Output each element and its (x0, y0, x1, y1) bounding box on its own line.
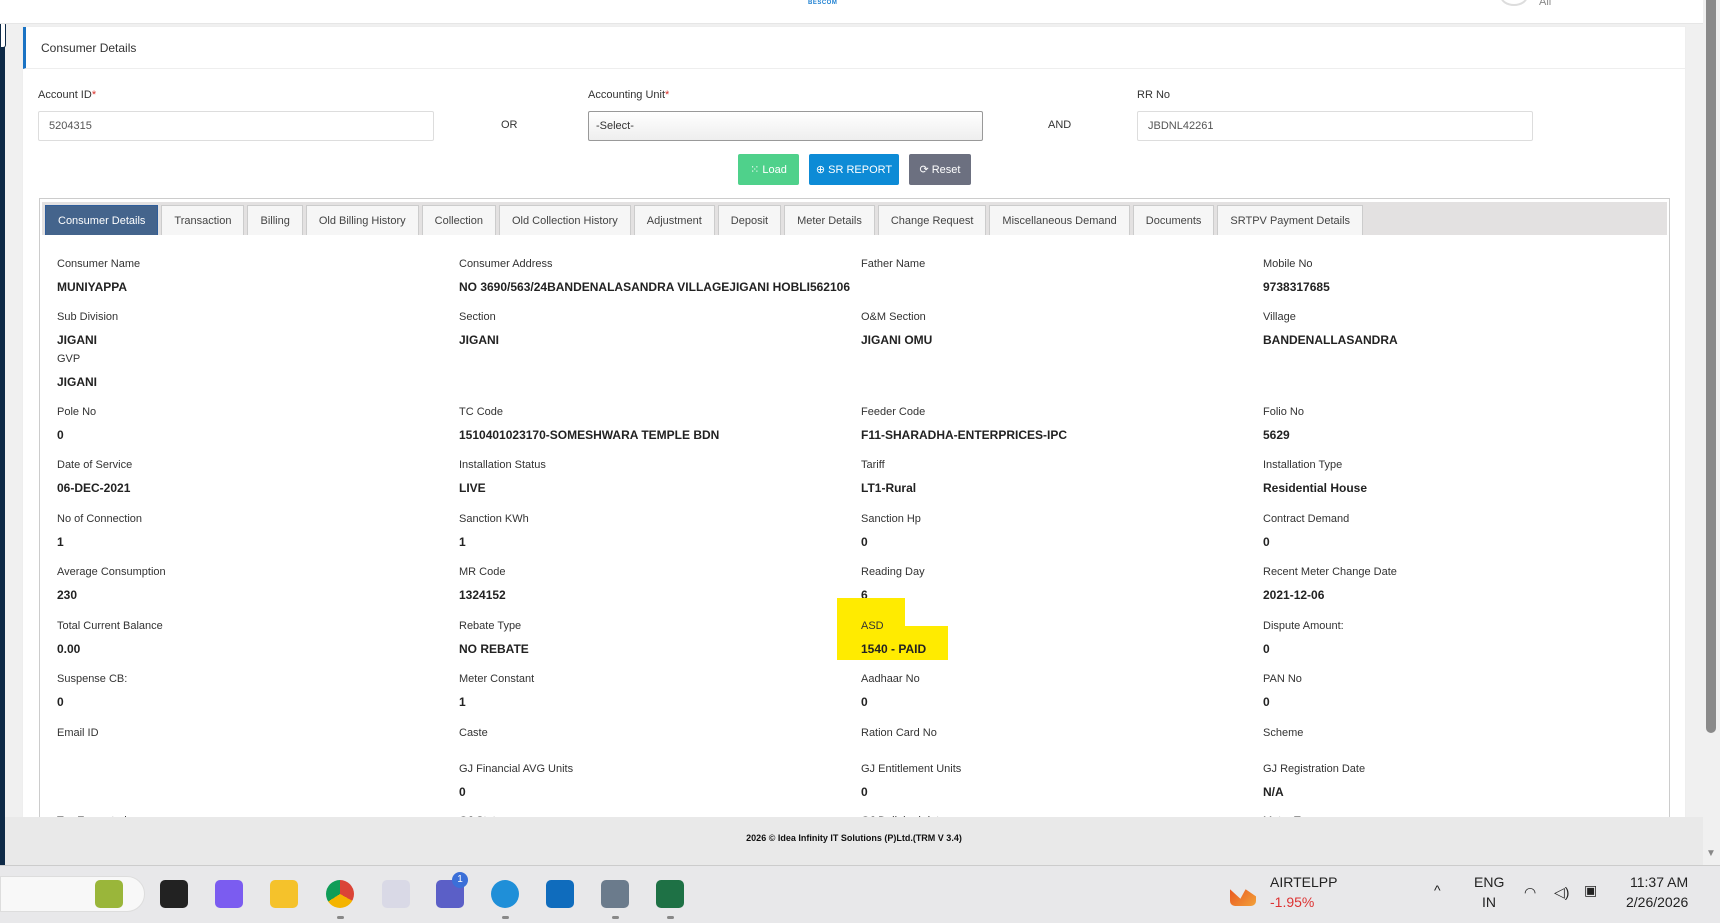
tab-deposit[interactable]: Deposit (717, 205, 782, 235)
stock-change: -1.95% (1270, 894, 1315, 910)
chevron-up-icon[interactable]: ^ (1434, 882, 1441, 898)
tab-transaction[interactable]: Transaction (161, 205, 245, 235)
plus-circle-icon: ⊕ (815, 164, 826, 176)
copilot-icon[interactable] (215, 880, 243, 908)
calculator-icon[interactable] (601, 880, 629, 908)
task-view-icon[interactable] (160, 880, 188, 908)
reset-button[interactable]: ⟳ Reset (909, 154, 971, 185)
tab-old-billing-history[interactable]: Old Billing History (305, 205, 419, 235)
tab-bar: Consumer Details Transaction Billing Old Bi… (42, 202, 1667, 235)
left-sidebar-strip (0, 0, 5, 865)
user-label: All (1539, 0, 1552, 8)
snipping-tool-icon[interactable] (382, 880, 410, 908)
tab-old-collection-history[interactable]: Old Collection History (498, 205, 631, 235)
tab-adjustment[interactable]: Adjustment (633, 205, 715, 235)
load-button[interactable]: ⁙ Load (738, 154, 799, 185)
pistachio-widget-icon[interactable] (95, 880, 123, 908)
rr-no-input[interactable]: JBDNL42261 (1137, 111, 1533, 141)
accounting-unit-select[interactable]: -Select- (588, 111, 983, 141)
top-header: BESCOM All (0, 0, 1703, 24)
spinner-icon: ⁙ (750, 164, 760, 176)
rr-no-label: RR No (1137, 89, 1171, 101)
battery-icon[interactable]: ▣ (1584, 882, 1597, 899)
tab-meter-details[interactable]: Meter Details (784, 205, 875, 235)
edge-icon[interactable] (491, 880, 519, 908)
stock-trend-icon (1230, 889, 1256, 906)
teams-notification-badge: 1 (452, 872, 468, 888)
clock-date[interactable]: 2/26/2026 (1626, 894, 1688, 910)
language-bottom[interactable]: IN (1482, 894, 1496, 910)
and-label: AND (1048, 119, 1072, 131)
accounting-unit-label: Accounting Unit* (588, 89, 670, 101)
stock-name[interactable]: AIRTELPP (1270, 874, 1337, 890)
chrome-icon[interactable] (326, 880, 354, 908)
user-avatar[interactable] (1500, 0, 1528, 6)
running-indicator (337, 916, 344, 919)
tab-consumer-details[interactable]: Consumer Details (45, 205, 159, 235)
consumer-details-card: Consumer Details Account ID* 5204315 OR … (22, 26, 1686, 828)
excel-icon[interactable] (656, 880, 684, 908)
tab-documents[interactable]: Documents (1132, 205, 1215, 235)
running-indicator (502, 916, 509, 919)
sr-report-button[interactable]: ⊕ SR REPORT (809, 154, 899, 185)
sidebar-toggle[interactable] (0, 22, 6, 48)
footer: 2026 © Idea Infinity IT Solutions (P)Ltd… (5, 817, 1703, 865)
wifi-icon[interactable]: ◠ (1524, 884, 1536, 901)
account-id-label: Account ID* (38, 89, 97, 101)
bescom-logo: BESCOM (808, 0, 838, 6)
language-top[interactable]: ENG (1474, 874, 1504, 890)
clock-time[interactable]: 11:37 AM (1630, 874, 1688, 890)
tab-billing[interactable]: Billing (247, 205, 303, 235)
tabs-panel: Consumer Details Transaction Billing Old Bi… (39, 198, 1670, 828)
file-explorer-icon[interactable] (270, 880, 298, 908)
running-indicator (612, 916, 619, 919)
volume-icon[interactable]: ◁) (1554, 884, 1569, 901)
scroll-down-arrow-icon[interactable]: ▼ (1706, 848, 1716, 859)
scrollbar-thumb[interactable] (1706, 0, 1716, 733)
footer-copyright: 2026 © Idea Infinity IT Solutions (P)Ltd… (746, 833, 962, 843)
or-label: OR (501, 119, 518, 131)
tab-miscellaneous-demand[interactable]: Miscellaneous Demand (989, 205, 1130, 235)
outlook-icon[interactable] (546, 880, 574, 908)
refresh-icon: ⟳ (919, 164, 929, 176)
taskbar-search[interactable] (0, 876, 145, 912)
account-id-input[interactable]: 5204315 (38, 111, 434, 141)
tab-srtpv-payment-details[interactable]: SRTPV Payment Details (1217, 205, 1364, 235)
page-scrollbar[interactable]: ▼ (1703, 0, 1720, 865)
running-indicator (667, 916, 674, 919)
tab-change-request[interactable]: Change Request (877, 205, 987, 235)
tab-collection[interactable]: Collection (421, 205, 496, 235)
windows-taskbar: 1 AIRTELPP -1.95% ^ ENG IN ◠ ◁) ▣ 11:37 … (0, 865, 1720, 923)
page-title: Consumer Details (23, 27, 1685, 69)
